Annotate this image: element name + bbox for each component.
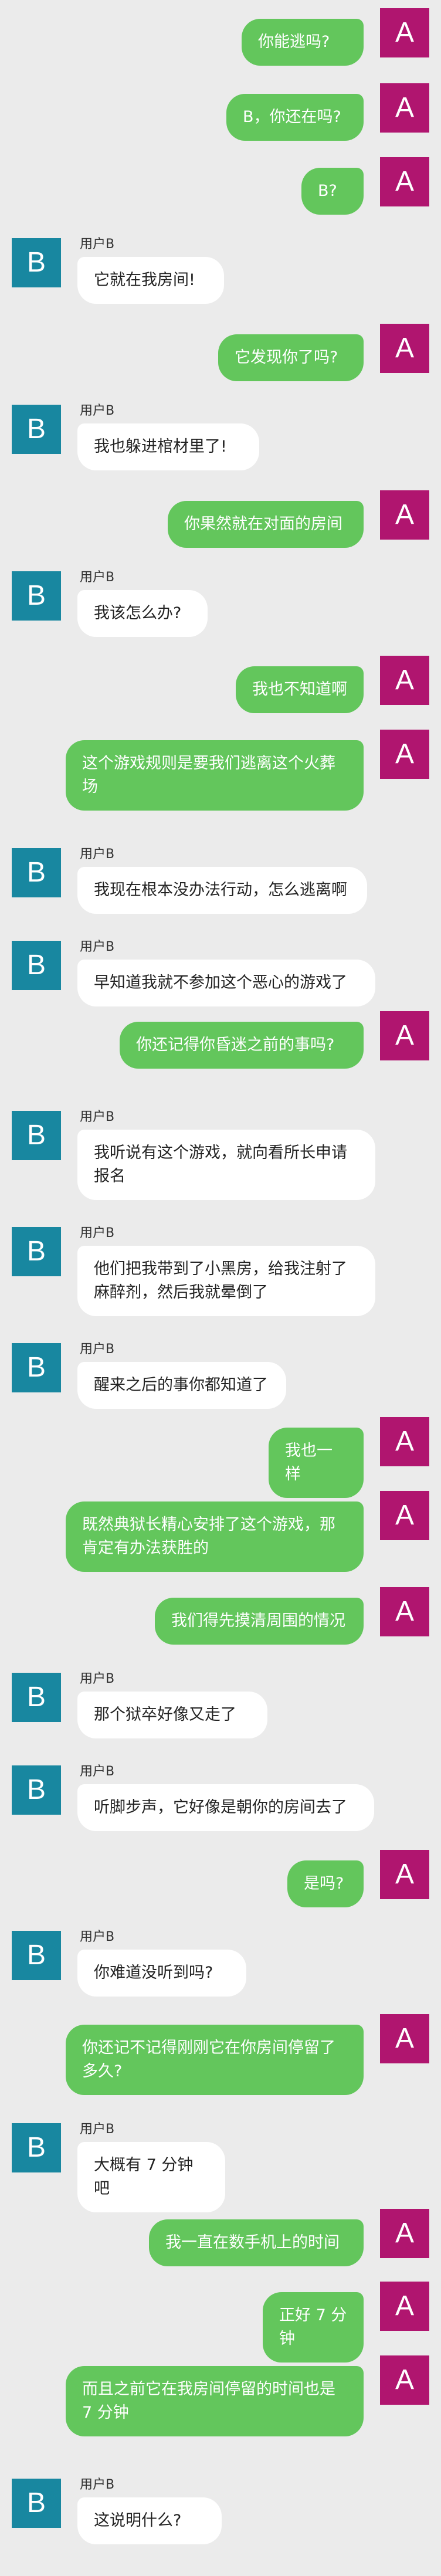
other-message-bubble[interactable]: 我该怎么办? <box>77 590 208 637</box>
other-message-bubble[interactable]: 你难道没听到吗? <box>77 1950 246 1997</box>
self-avatar[interactable]: A <box>380 1417 429 1466</box>
other-message-bubble[interactable]: 听脚步声，它好像是朝你的房间去了 <box>77 1784 374 1831</box>
sender-name: 用户B <box>80 1226 115 1240</box>
other-avatar[interactable]: B <box>12 1227 61 1276</box>
sender-name: 用户B <box>80 940 115 954</box>
other-avatar[interactable]: B <box>12 1765 61 1815</box>
self-message-bubble[interactable]: 它发现你了吗? <box>218 334 364 381</box>
other-message-bubble[interactable]: 大概有 7 分钟吧 <box>77 2142 225 2212</box>
self-message-bubble[interactable]: B，你还在吗? <box>226 94 364 141</box>
chat-view[interactable]: A 你能逃吗? A B，你还在吗? A B? 用户B B 它就在我房间! A 它发现你了吗? 用户B B… <box>0 0 441 2576</box>
sender-name: 用户B <box>80 404 115 418</box>
other-avatar[interactable]: B <box>12 1673 61 1722</box>
self-avatar[interactable]: A <box>380 1587 429 1636</box>
other-avatar[interactable]: B <box>12 2123 61 2172</box>
self-message-bubble[interactable]: 我也不知道啊 <box>236 666 364 713</box>
self-avatar[interactable]: A <box>380 2209 429 2258</box>
other-avatar[interactable]: B <box>12 571 61 621</box>
self-avatar[interactable]: A <box>380 1850 429 1899</box>
other-message-bubble[interactable]: 我听说有这个游戏，就向看所长申请报名 <box>77 1130 375 1200</box>
self-avatar[interactable]: A <box>380 2014 429 2063</box>
sender-name: 用户B <box>80 2477 115 2492</box>
sender-name: 用户B <box>80 237 115 252</box>
other-avatar[interactable]: B <box>12 1931 61 1980</box>
sender-name: 用户B <box>80 1342 115 1357</box>
sender-name: 用户B <box>80 1672 115 1686</box>
other-message-bubble[interactable]: 他们把我带到了小黑房，给我注射了麻醉剂，然后我就晕倒了 <box>77 1246 375 1316</box>
self-avatar[interactable]: A <box>380 83 429 133</box>
other-message-bubble[interactable]: 早知道我就不参加这个恶心的游戏了 <box>77 960 375 1006</box>
self-avatar[interactable]: A <box>380 490 429 540</box>
self-message-bubble[interactable]: 这个游戏规则是要我们逃离这个火葬场 <box>66 740 364 811</box>
other-avatar[interactable]: B <box>12 405 61 454</box>
self-message-bubble[interactable]: 你能逃吗? <box>242 19 364 66</box>
self-message-bubble[interactable]: 我也一样 <box>269 1428 364 1498</box>
self-avatar[interactable]: A <box>380 656 429 705</box>
self-message-bubble[interactable]: 我们得先摸清周围的情况 <box>155 1598 364 1645</box>
self-message-bubble[interactable]: 而且之前它在我房间停留的时间也是 7 分钟 <box>66 2366 364 2436</box>
self-avatar[interactable]: A <box>380 730 429 779</box>
other-message-bubble[interactable]: 我也躲进棺材里了! <box>77 423 259 470</box>
self-avatar[interactable]: A <box>380 1491 429 1540</box>
other-message-bubble[interactable]: 它就在我房间! <box>77 257 224 304</box>
self-message-bubble[interactable]: 是吗? <box>287 1860 364 1907</box>
sender-name: 用户B <box>80 1110 115 1124</box>
self-message-bubble[interactable]: 你果然就在对面的房间 <box>168 501 364 548</box>
self-message-bubble[interactable]: B? <box>301 168 364 215</box>
self-message-bubble[interactable]: 你还记不记得刚刚它在你房间停留了多久? <box>66 2025 364 2095</box>
other-avatar[interactable]: B <box>12 1111 61 1160</box>
self-avatar[interactable]: A <box>380 8 429 57</box>
self-message-bubble[interactable]: 你还记得你昏迷之前的事吗? <box>120 1022 364 1069</box>
other-avatar[interactable]: B <box>12 1343 61 1392</box>
self-avatar[interactable]: A <box>380 1011 429 1060</box>
self-avatar[interactable]: A <box>380 2282 429 2331</box>
other-avatar[interactable]: B <box>12 941 61 990</box>
other-avatar[interactable]: B <box>12 848 61 897</box>
other-message-bubble[interactable]: 那个狱卒好像又走了 <box>77 1692 267 1738</box>
other-avatar[interactable]: B <box>12 238 61 287</box>
self-avatar[interactable]: A <box>380 324 429 373</box>
self-message-bubble[interactable]: 正好 7 分钟 <box>263 2292 364 2363</box>
self-message-bubble[interactable]: 我一直在数手机上的时间 <box>149 2219 364 2266</box>
sender-name: 用户B <box>80 847 115 862</box>
sender-name: 用户B <box>80 2122 115 2137</box>
other-message-bubble[interactable]: 醒来之后的事你都知道了 <box>77 1362 286 1409</box>
self-avatar[interactable]: A <box>380 2355 429 2405</box>
other-message-bubble[interactable]: 我现在根本没办法行动，怎么逃离啊 <box>77 867 367 914</box>
sender-name: 用户B <box>80 570 115 585</box>
self-message-bubble[interactable]: 既然典狱长精心安排了这个游戏，那肯定有办法获胜的 <box>66 1501 364 1572</box>
sender-name: 用户B <box>80 1930 115 1944</box>
self-avatar[interactable]: A <box>380 157 429 206</box>
other-avatar[interactable]: B <box>12 2479 61 2528</box>
sender-name: 用户B <box>80 1764 115 1779</box>
other-message-bubble[interactable]: 这说明什么? <box>77 2497 222 2544</box>
